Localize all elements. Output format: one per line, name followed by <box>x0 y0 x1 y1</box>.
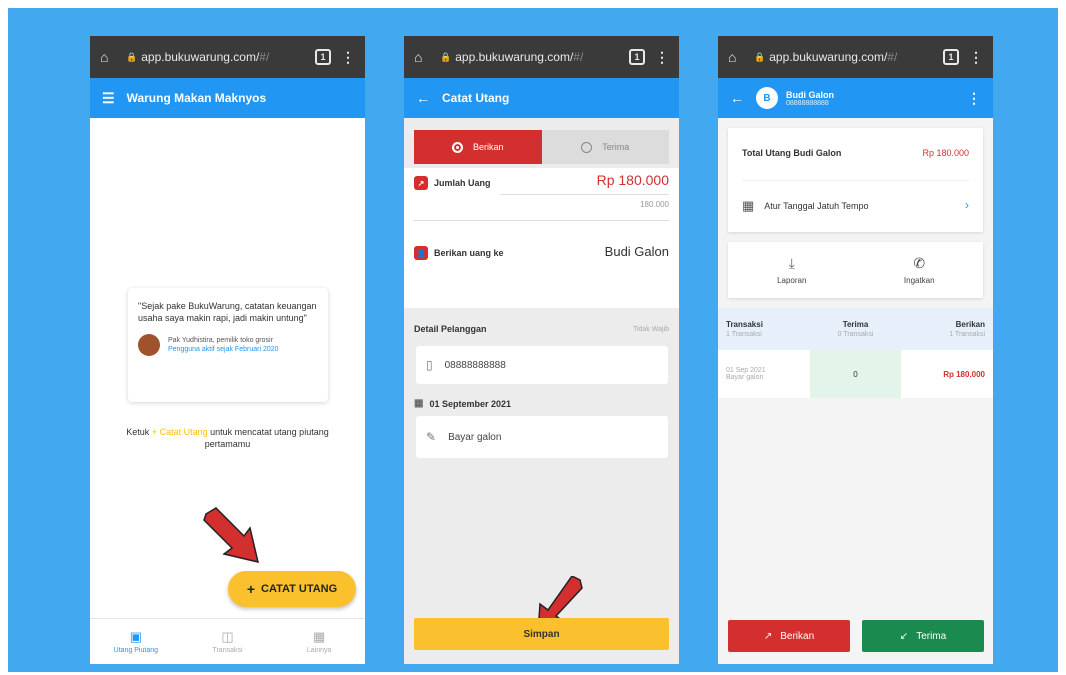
due-date-row[interactable]: ▦ Atur Tanggal Jatuh Tempo <box>742 198 869 214</box>
app-bar: ← Catat Utang <box>404 78 679 118</box>
testimonial-author: Pak Yudhistira, pemilik toko grosir <box>168 336 273 344</box>
phone-screen-catat-utang: ⌂ 🔒 app.bukuwarung.com/#/ 1 ⋮ ← Catat Ut… <box>404 36 679 664</box>
summary-card: Total Utang Budi Galon Rp 180.000 ▦ Atur… <box>728 128 983 232</box>
testimonial-since: Pengguna aktif sejak Februari 2020 <box>168 346 279 354</box>
contact-name: Budi Galon <box>786 89 834 100</box>
phone-screen-contact-detail: ⌂ 🔒 app.bukuwarung.com/#/ 1 ⋮ ← B Budi G… <box>718 36 993 664</box>
testimonial-card: "Sejak pake BukuWarung, catatan keuangan… <box>128 288 328 402</box>
lock-icon: 🔒 <box>126 51 138 62</box>
recipient-name[interactable]: Budi Galon <box>605 244 669 259</box>
transaction-icon: ◫ <box>221 629 234 644</box>
amount-input[interactable]: Rp 180.000 <box>597 172 669 188</box>
type-toggle: Berikan Terima <box>414 130 669 164</box>
menu-icon[interactable]: ☰ <box>102 90 115 107</box>
nav-lainnya[interactable]: ▦ Lainnya <box>273 619 365 664</box>
arrow-up-right-icon: ↗ <box>763 630 773 642</box>
home-icon[interactable]: ⌂ <box>100 49 122 65</box>
catat-utang-button[interactable]: + CATAT UTANG <box>228 571 356 607</box>
browser-bar: ⌂ 🔒 app.bukuwarung.com/#/ 1 ⋮ <box>718 36 993 78</box>
back-arrow-icon[interactable]: ← <box>730 90 744 106</box>
bottom-nav: ▣ Utang Piutang ◫ Transaksi ▦ Lainnya <box>90 618 365 664</box>
testimonial-quote: "Sejak pake BukuWarung, catatan keuangan… <box>138 301 317 324</box>
amount-preview: 180.000 <box>640 200 669 209</box>
back-arrow-icon[interactable]: ← <box>416 90 430 106</box>
whatsapp-icon: ✆ <box>913 255 926 271</box>
url-field[interactable]: app.bukuwarung.com/#/ <box>769 50 943 64</box>
divider <box>742 180 969 181</box>
person-icon: 👤 <box>414 246 428 260</box>
date-picker[interactable]: ▦ 01 September 2021 <box>414 398 511 409</box>
save-button[interactable]: Simpan <box>414 618 669 650</box>
avatar <box>138 334 160 357</box>
nav-utang-piutang[interactable]: ▣ Utang Piutang <box>90 619 182 664</box>
radio-empty-icon <box>581 141 593 153</box>
contact-phone: 08888888888 <box>786 99 829 107</box>
download-icon: ⤓ <box>788 255 795 271</box>
amount-block: ↗ Jumlah Uang Rp 180.000 180.000 👤 Berik… <box>404 168 679 308</box>
more-menu-icon[interactable]: ⋮ <box>967 90 981 107</box>
detail-body: Total Utang Budi Galon Rp 180.000 ▦ Atur… <box>718 118 993 664</box>
pencil-icon: ✎ <box>426 430 437 444</box>
laporan-button[interactable]: ⤓ Laporan <box>728 242 856 298</box>
transaction-table: Transaksi 1 Transaksi Terima 0 Transaksi B… <box>718 308 993 398</box>
contact-avatar: B <box>756 87 778 109</box>
table-header: Transaksi 1 Transaksi Terima 0 Transaksi B… <box>718 308 993 350</box>
page-title: Warung Makan Maknyos <box>126 91 267 105</box>
app-bar: ← B Budi Galon 08888888888 ⋮ <box>718 78 993 118</box>
berikan-button[interactable]: ↗ Berikan <box>728 620 850 652</box>
ingatkan-button[interactable]: ✆ Ingatkan <box>856 242 984 298</box>
nav-transaksi[interactable]: ◫ Transaksi <box>182 619 274 664</box>
form-body: Berikan Terima ↗ Jumlah Uang Rp 180.000 … <box>404 118 679 664</box>
url-field[interactable]: app.bukuwarung.com/#/ <box>141 50 315 64</box>
page-title: Catat Utang <box>442 91 510 105</box>
tab-count[interactable]: 1 <box>629 49 645 65</box>
note-field[interactable]: ✎ Bayar galon <box>416 416 668 458</box>
chevron-right-icon[interactable]: › <box>965 198 969 212</box>
tab-count[interactable]: 1 <box>315 49 331 65</box>
detail-label: Detail Pelanggan <box>414 324 487 334</box>
red-pointer-arrow <box>203 507 260 564</box>
browser-menu-icon[interactable]: ⋮ <box>341 49 355 66</box>
terima-option[interactable]: Terima <box>541 130 669 164</box>
calendar-icon: ▦ <box>414 398 424 409</box>
tab-count[interactable]: 1 <box>943 49 959 65</box>
empty-hint: Ketuk + Catat Utang untuk mencatat utang… <box>126 427 329 450</box>
lock-icon: 🔒 <box>440 51 452 62</box>
app-bar: ☰ Warung Makan Maknyos <box>90 78 365 118</box>
browser-bar: ⌂ 🔒 app.bukuwarung.com/#/ 1 ⋮ <box>90 36 365 78</box>
terima-button[interactable]: ↙ Terima <box>862 620 984 652</box>
divider <box>500 194 669 195</box>
total-value: Rp 180.000 <box>922 148 969 158</box>
plus-icon: + <box>246 581 255 597</box>
lock-icon: 🔒 <box>754 51 766 62</box>
detail-optional: Tidak Wajib <box>632 326 669 333</box>
phone-screen-home: ⌂ 🔒 app.bukuwarung.com/#/ 1 ⋮ ☰ Warung M… <box>90 36 365 664</box>
book-icon: ▣ <box>129 629 142 644</box>
grid-icon: ▦ <box>313 629 326 644</box>
divider <box>414 220 669 221</box>
total-label: Total Utang Budi Galon <box>742 148 842 158</box>
browser-menu-icon[interactable]: ⋮ <box>655 49 669 66</box>
radio-selected-icon <box>451 141 463 153</box>
phone-icon: ▯ <box>426 358 433 372</box>
url-field[interactable]: app.bukuwarung.com/#/ <box>455 50 629 64</box>
arrow-down-left-icon: ↙ <box>899 630 909 642</box>
home-icon[interactable]: ⌂ <box>728 49 750 65</box>
browser-bar: ⌂ 🔒 app.bukuwarung.com/#/ 1 ⋮ <box>404 36 679 78</box>
table-row[interactable]: 01 Sep 2021 Bayar galon 0 Rp 180.000 <box>718 350 993 398</box>
browser-menu-icon[interactable]: ⋮ <box>969 49 983 66</box>
home-icon[interactable]: ⌂ <box>414 49 436 65</box>
phone-field[interactable]: ▯ 08888888888 <box>416 346 668 384</box>
amount-icon: ↗ <box>414 176 428 190</box>
actions-card: ⤓ Laporan ✆ Ingatkan <box>728 242 983 298</box>
berikan-option[interactable]: Berikan <box>414 130 542 164</box>
calendar-icon: ▦ <box>742 198 755 213</box>
